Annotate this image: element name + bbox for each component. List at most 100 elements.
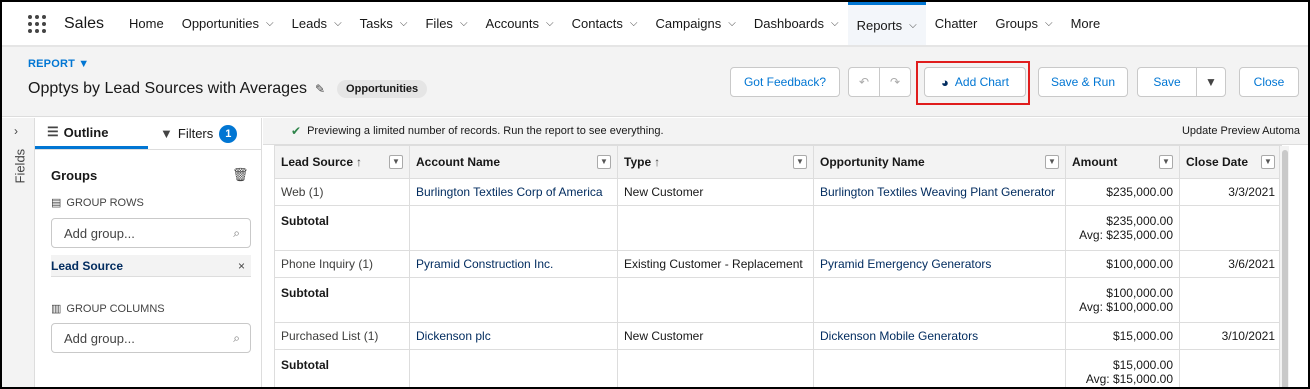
table-cell[interactable]: Dickenson Mobile Generators xyxy=(813,322,1066,350)
trash-icon[interactable]: 🗑 xyxy=(232,167,249,183)
table-cell[interactable]: Burlington Textiles Weaving Plant Genera… xyxy=(813,178,1066,206)
group-chip-lead-source[interactable]: Lead Source × xyxy=(51,255,251,277)
nav-item-dashboards[interactable]: Dashboards ⌵ xyxy=(745,2,848,45)
tab-filters-label: Filters xyxy=(177,126,214,141)
nav-item-label: Opportunities xyxy=(181,16,260,31)
nav-item-more[interactable]: More xyxy=(1062,2,1110,45)
table-cell[interactable]: Burlington Textiles Corp of America xyxy=(409,178,618,206)
group-columns-input[interactable]: Add group... ⌕ xyxy=(51,323,251,353)
save-button[interactable]: Save xyxy=(1137,67,1197,97)
nav-item-label: Leads xyxy=(291,16,328,31)
subtotal-label: Subtotal xyxy=(274,205,410,251)
table-cell: $15,000.00 xyxy=(1065,322,1180,350)
table-cell: 3/10/2021 xyxy=(1179,322,1282,350)
subtotal-amount-cell: $100,000.00 Avg: $100,000.00 xyxy=(1065,277,1180,323)
column-menu-icon[interactable]: ▼ xyxy=(1159,155,1173,169)
table-cell: 3/6/2021 xyxy=(1179,250,1282,278)
save-run-button[interactable]: Save & Run xyxy=(1038,67,1128,97)
nav-item-reports[interactable]: Reports ⌵ xyxy=(847,2,926,45)
report-header: REPORT ▼ Opptys by Lead Sources with Ave… xyxy=(2,47,1308,117)
chevron-down-icon[interactable]: ⌵ xyxy=(334,18,342,29)
chevron-down-icon[interactable]: ⌵ xyxy=(1045,18,1053,29)
table-cell[interactable]: Pyramid Construction Inc. xyxy=(409,250,618,278)
table-row: Web (1) Burlington Textiles Corp of Ameri… xyxy=(274,178,1282,206)
fields-rail[interactable]: › Fields xyxy=(2,118,35,387)
filter-icon: ▼ xyxy=(160,126,173,141)
chevron-down-icon[interactable]: ⌵ xyxy=(831,18,839,29)
nav-item-campaigns[interactable]: Campaigns ⌵ xyxy=(647,2,745,45)
scrollbar-thumb[interactable] xyxy=(1282,150,1288,387)
subtotal-amount: $100,000.00 xyxy=(1106,286,1173,300)
chevron-down-icon[interactable]: ⌵ xyxy=(266,18,274,29)
table-row: Purchased List (1) Dickenson plc New Custo… xyxy=(274,322,1282,350)
column-header[interactable]: Amount ▼ xyxy=(1065,145,1180,179)
table-cell: $100,000.00 xyxy=(1065,250,1180,278)
edit-pencil-icon[interactable]: ✎ xyxy=(315,82,325,96)
add-chart-label: Add Chart xyxy=(954,75,1009,89)
close-button[interactable]: Close xyxy=(1239,67,1299,97)
table-cell xyxy=(813,205,1066,251)
nav-item-opportunities[interactable]: Opportunities ⌵ xyxy=(173,2,283,45)
columns-icon: ▥ xyxy=(51,303,62,315)
groups-heading: Groups xyxy=(51,168,98,183)
undo-icon: ↶ xyxy=(858,75,870,89)
vertical-scrollbar[interactable] xyxy=(1279,146,1289,387)
got-feedback-button[interactable]: Got Feedback? xyxy=(730,67,840,97)
nav-item-label: Tasks xyxy=(359,16,393,31)
chevron-down-icon[interactable]: ⌵ xyxy=(460,18,468,29)
save-menu-button[interactable]: ▼ xyxy=(1196,67,1226,97)
undo-button[interactable]: ↶ xyxy=(848,67,880,97)
nav-item-contacts[interactable]: Contacts ⌵ xyxy=(563,2,647,45)
nav-item-leads[interactable]: Leads ⌵ xyxy=(283,2,351,45)
subtotal-average: Avg: $100,000.00 xyxy=(1079,300,1173,314)
redo-button[interactable]: ↷ xyxy=(879,67,911,97)
fields-rail-label: Fields xyxy=(12,148,28,184)
chevron-down-icon[interactable]: ⌵ xyxy=(630,18,638,29)
column-menu-icon[interactable]: ▼ xyxy=(389,155,403,169)
group-columns-text: GROUP COLUMNS xyxy=(66,302,165,315)
column-menu-icon[interactable]: ▼ xyxy=(793,155,807,169)
column-header[interactable]: Account Name ▼ xyxy=(409,145,618,179)
sort-asc-icon: ↑ xyxy=(356,155,363,169)
subtotal-row: Subtotal $15,000.00 Avg: $15,000.00 xyxy=(274,349,1282,387)
list-icon: ☰ xyxy=(47,124,59,139)
column-menu-icon[interactable]: ▼ xyxy=(1045,155,1059,169)
table-cell[interactable]: Dickenson plc xyxy=(409,322,618,350)
nav-item-home[interactable]: Home xyxy=(120,2,173,45)
nav-item-accounts[interactable]: Accounts ⌵ xyxy=(477,2,563,45)
nav-item-files[interactable]: Files ⌵ xyxy=(416,2,476,45)
report-kicker[interactable]: REPORT ▼ xyxy=(28,58,89,70)
nav-item-label: Dashboards xyxy=(753,16,824,31)
column-menu-icon[interactable]: ▼ xyxy=(1261,155,1275,169)
column-header[interactable]: Close Date ▼ xyxy=(1179,145,1282,179)
page-title: Opptys by Lead Sources with Averages xyxy=(28,80,307,97)
nav-item-label: Files xyxy=(425,16,453,31)
chevron-down-icon[interactable]: ⌵ xyxy=(546,18,554,29)
nav-item-chatter[interactable]: Chatter xyxy=(926,2,987,45)
report-title-row: Opptys by Lead Sources with Averages ✎ O… xyxy=(28,80,428,98)
column-header[interactable]: Opportunity Name ▼ xyxy=(813,145,1066,179)
subtotal-label: Subtotal xyxy=(274,349,410,387)
update-preview-toggle[interactable]: Update Preview Automa xyxy=(1182,125,1300,137)
subtotal-row: Subtotal $100,000.00 Avg: $100,000.00 xyxy=(274,277,1282,323)
close-icon[interactable]: × xyxy=(238,259,245,273)
chevron-down-icon[interactable]: ⌵ xyxy=(728,18,736,29)
column-header[interactable]: Type ↑ ▼ xyxy=(617,145,814,179)
column-header[interactable]: Lead Source ↑ ▼ xyxy=(274,145,410,179)
nav-item-groups[interactable]: Groups ⌵ xyxy=(986,2,1061,45)
nav-item-tasks[interactable]: Tasks ⌵ xyxy=(351,2,417,45)
table-cell: $235,000.00 xyxy=(1065,178,1180,206)
chevron-down-icon[interactable]: ⌵ xyxy=(909,20,917,31)
tab-filters[interactable]: ▼ Filters 1 xyxy=(148,118,261,149)
group-rows-input[interactable]: Add group... ⌕ xyxy=(51,218,251,248)
table-cell[interactable]: Pyramid Emergency Generators xyxy=(813,250,1066,278)
sort-asc-icon: ↑ xyxy=(654,155,661,169)
column-menu-icon[interactable]: ▼ xyxy=(597,155,611,169)
chevron-right-icon[interactable]: › xyxy=(14,124,18,138)
app-launcher-icon[interactable] xyxy=(28,14,48,34)
add-chart-button[interactable]: ◕ Add Chart xyxy=(924,67,1026,97)
table-cell xyxy=(617,277,814,323)
table-cell: New Customer xyxy=(617,322,814,350)
tab-outline[interactable]: ☰ Outline xyxy=(35,118,148,149)
chevron-down-icon[interactable]: ⌵ xyxy=(400,18,408,29)
